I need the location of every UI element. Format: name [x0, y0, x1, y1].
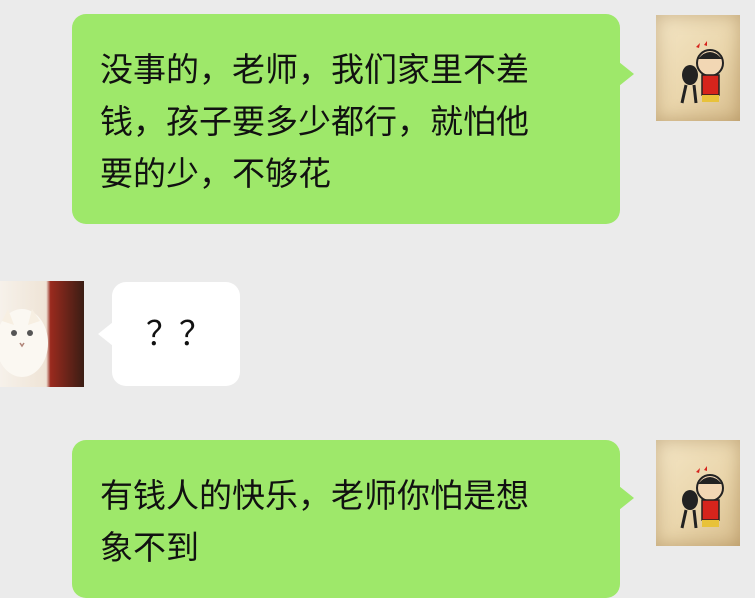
message-bubble-self[interactable]: 没事的，老师，我们家里不差 钱，孩子要多少都行，就怕他 要的少，不够花 — [72, 14, 634, 224]
message-bubble-self[interactable]: 有钱人的快乐，老师你怕是想 象不到 — [72, 440, 634, 598]
cartoon-boy-avatar-icon[interactable] — [656, 440, 740, 546]
cartoon-boy-avatar-icon[interactable] — [656, 15, 740, 121]
bubble-tail — [619, 486, 634, 510]
message-text: 有钱人的快乐，老师你怕是想 象不到 — [100, 476, 529, 567]
bubble-tail — [619, 62, 634, 86]
bubble-tail — [98, 322, 113, 346]
message-text: 没事的，老师，我们家里不差 钱，孩子要多少都行，就怕他 要的少，不够花 — [100, 50, 529, 193]
message-bubble-other[interactable]: ？？ — [98, 282, 240, 386]
message-text: ？？ — [146, 314, 212, 353]
white-cat-avatar-icon[interactable] — [0, 281, 84, 387]
